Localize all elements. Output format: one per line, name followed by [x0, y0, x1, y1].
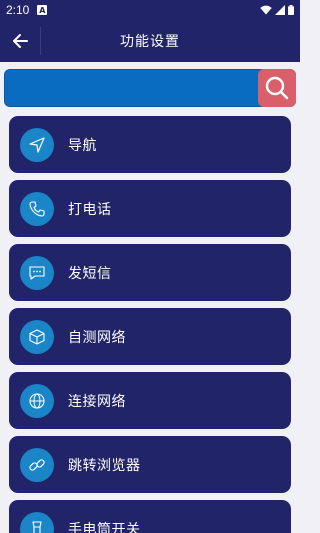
page-title: 功能设置: [120, 34, 180, 50]
back-button[interactable]: [0, 20, 40, 62]
search-input[interactable]: [4, 69, 296, 107]
notification-icon: A: [37, 5, 48, 15]
status-bar: 2:10 A: [0, 0, 300, 20]
list-item-label: 连接网络: [68, 393, 126, 410]
search-bar: [4, 69, 296, 107]
link-icon: [20, 447, 54, 482]
list-item-network-test[interactable]: 自测网络: [9, 308, 291, 365]
status-time: 2:10: [6, 3, 30, 17]
phone-icon: [20, 191, 54, 226]
navigation-arrow-icon: [20, 127, 54, 162]
list-item-label: 导航: [68, 137, 97, 154]
list-item-label: 跳转浏览器: [68, 457, 141, 474]
wifi-icon: [260, 5, 272, 15]
list-item-navigation[interactable]: 导航: [9, 116, 291, 173]
list-item-connect-network[interactable]: 连接网络: [9, 372, 291, 429]
list-item-flashlight[interactable]: 手电筒开关: [9, 500, 291, 533]
back-arrow-icon: [13, 34, 28, 48]
list-item-sms[interactable]: 发短信: [9, 244, 291, 301]
flashlight-icon: [20, 511, 54, 533]
status-icons: [260, 5, 294, 15]
list-item-call[interactable]: 打电话: [9, 180, 291, 237]
app-bar-divider: [40, 27, 41, 55]
search-button[interactable]: [258, 69, 296, 107]
list-item-label: 发短信: [68, 265, 112, 282]
list-item-label: 打电话: [68, 201, 112, 218]
signal-icon: [275, 5, 285, 15]
cube-network-icon: [20, 319, 54, 354]
battery-icon: [288, 5, 294, 15]
message-icon: [20, 255, 54, 290]
list-item-open-browser[interactable]: 跳转浏览器: [9, 436, 291, 493]
list-item-label: 自测网络: [68, 329, 126, 346]
globe-network-icon: [20, 383, 54, 418]
app-bar: 功能设置: [0, 20, 300, 62]
search-icon: [265, 76, 289, 100]
list-item-label: 手电筒开关: [68, 521, 141, 533]
